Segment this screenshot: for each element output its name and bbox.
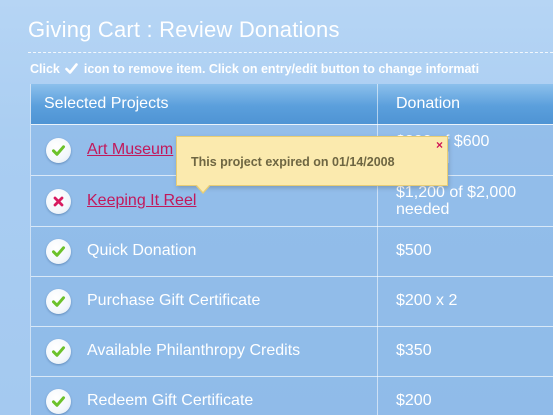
table-header: Selected Projects Donation bbox=[31, 84, 553, 125]
column-header-donation: Donation bbox=[396, 95, 461, 112]
project-name: Available Philanthropy Credits bbox=[87, 342, 301, 359]
donation-amount: $200 bbox=[396, 392, 432, 409]
green-check-icon bbox=[52, 346, 65, 357]
red-x-icon bbox=[53, 196, 64, 207]
remove-item-button[interactable] bbox=[46, 289, 71, 314]
tooltip-message: This project expired on 01/14/2008 bbox=[191, 155, 395, 169]
instruction-text: Click icon to remove item. Click on entr… bbox=[30, 61, 553, 77]
expired-project-tooltip: This project expired on 01/14/2008 × bbox=[176, 136, 448, 194]
project-name: Quick Donation bbox=[87, 242, 197, 259]
project-name: Redeem Gift Certificate bbox=[87, 392, 254, 409]
remove-item-button[interactable] bbox=[46, 189, 71, 214]
project-link-art-museum[interactable]: Art Museum bbox=[87, 125, 173, 175]
giving-cart-page: Giving Cart : Review Donations Click ico… bbox=[0, 0, 553, 415]
project-name: Purchase Gift Certificate bbox=[87, 292, 261, 309]
page-title: Giving Cart : Review Donations bbox=[28, 17, 340, 42]
check-icon bbox=[65, 63, 79, 74]
donation-amount-line1: $1,200 of $2,000 bbox=[396, 184, 517, 201]
donations-table: Selected Projects Donation Art Museum $3… bbox=[30, 84, 553, 415]
donation-amount: $350 bbox=[396, 342, 432, 359]
donation-amount: $500 bbox=[396, 242, 432, 259]
table-row: Quick Donation $500 bbox=[31, 226, 553, 277]
instruction-text-end: icon to remove item. Click on entry/edit… bbox=[83, 62, 480, 76]
table-row: Redeem Gift Certificate $200 bbox=[31, 376, 553, 415]
remove-item-button[interactable] bbox=[46, 239, 71, 264]
tooltip-pointer-fill bbox=[196, 184, 210, 192]
title-divider bbox=[28, 52, 553, 53]
remove-item-button[interactable] bbox=[46, 138, 71, 163]
remove-item-button[interactable] bbox=[46, 389, 71, 414]
table-row: Purchase Gift Certificate $200 x 2 bbox=[31, 276, 553, 327]
donation-amount: $1,200 of $2,000 needed bbox=[396, 184, 516, 220]
donation-amount-line2: needed bbox=[396, 201, 450, 218]
green-check-icon bbox=[52, 145, 65, 156]
green-check-icon bbox=[52, 396, 65, 407]
donation-amount: $200 x 2 bbox=[396, 292, 458, 309]
table-row: Available Philanthropy Credits $350 bbox=[31, 326, 553, 377]
instruction-text-start: Click bbox=[30, 62, 60, 76]
green-check-icon bbox=[52, 246, 65, 257]
column-header-projects: Selected Projects bbox=[44, 95, 169, 112]
close-icon[interactable]: × bbox=[436, 138, 443, 152]
green-check-icon bbox=[52, 296, 65, 307]
remove-item-button[interactable] bbox=[46, 339, 71, 364]
